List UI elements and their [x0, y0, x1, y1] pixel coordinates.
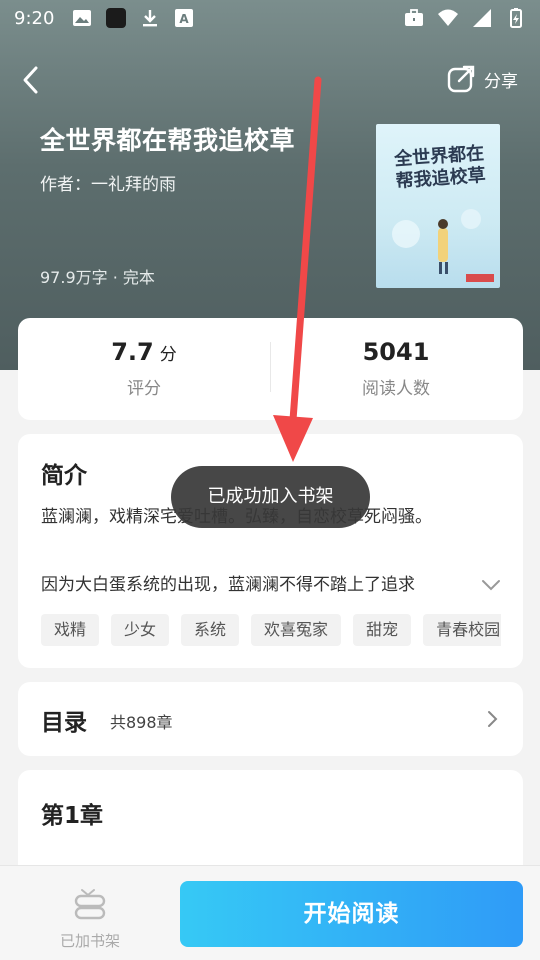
tag[interactable]: 系统: [181, 614, 240, 646]
bookshelf-icon: [74, 889, 106, 920]
rating-label: 评分: [127, 379, 161, 399]
share-label: 分享: [484, 71, 518, 92]
start-reading-button[interactable]: 开始阅读: [180, 881, 523, 947]
wifi-icon: [438, 9, 458, 26]
chevron-down-icon[interactable]: [480, 576, 502, 594]
stats-card: 7.7 分 评分 5041 阅读人数: [18, 318, 523, 420]
readers-label: 阅读人数: [362, 379, 430, 399]
share-icon: [447, 65, 475, 93]
add-to-shelf-button[interactable]: 已加书架: [50, 886, 130, 951]
cover-illustration: [392, 209, 494, 282]
tag[interactable]: 欢喜冤家: [251, 614, 342, 646]
chevron-right-icon: [488, 711, 498, 727]
rating-unit: 分: [159, 345, 177, 365]
download-icon: [143, 10, 158, 27]
svg-text:A: A: [180, 12, 190, 26]
battery-icon: [510, 8, 522, 28]
book-title: 全世界都在帮我追校草: [40, 126, 296, 155]
signal-icon: [473, 9, 491, 27]
chapter-title: 第1章: [41, 803, 104, 829]
book-meta: 97.9万字 · 完本: [40, 268, 155, 287]
readers-value: 5041: [362, 338, 430, 366]
briefcase-icon: [405, 9, 423, 26]
tag[interactable]: 戏精: [41, 614, 100, 646]
toc-heading: 目录: [41, 710, 87, 736]
rating-stat: 7.7 分 评分: [18, 318, 270, 420]
image-icon: [73, 10, 92, 26]
status-time: 9:20: [14, 7, 55, 29]
tag-list: 戏精 少女 系统 欢喜冤家 甜宠 青春校园: [41, 614, 501, 648]
toast-message: 已成功加入书架: [171, 466, 370, 528]
back-arrow-icon[interactable]: [18, 62, 46, 98]
readers-stat: 5041 阅读人数: [270, 318, 522, 420]
table-of-contents-row[interactable]: 目录 共898章: [18, 682, 523, 756]
status-bar: 9:20 A: [0, 0, 540, 36]
tag[interactable]: 青春校园: [423, 614, 501, 646]
tag[interactable]: 甜宠: [353, 614, 412, 646]
book-author: 作者：一礼拜的雨: [40, 175, 176, 195]
share-button[interactable]: 分享: [446, 64, 518, 94]
rating-value: 7.7: [111, 338, 154, 366]
toc-count: 共898章: [110, 713, 173, 732]
tag[interactable]: 少女: [111, 614, 170, 646]
intro-more-text: 因为大白蛋系统的出现，蓝澜澜不得不踏上了追求: [41, 575, 415, 595]
book-cover[interactable]: 全世界都在帮我追校草: [376, 124, 500, 288]
a-icon: A: [175, 9, 194, 27]
intro-heading: 简介: [41, 463, 87, 489]
square-icon: [106, 8, 127, 28]
bottom-action-bar: 已加书架 开始阅读: [0, 865, 540, 960]
shelf-label: 已加书架: [59, 932, 120, 950]
